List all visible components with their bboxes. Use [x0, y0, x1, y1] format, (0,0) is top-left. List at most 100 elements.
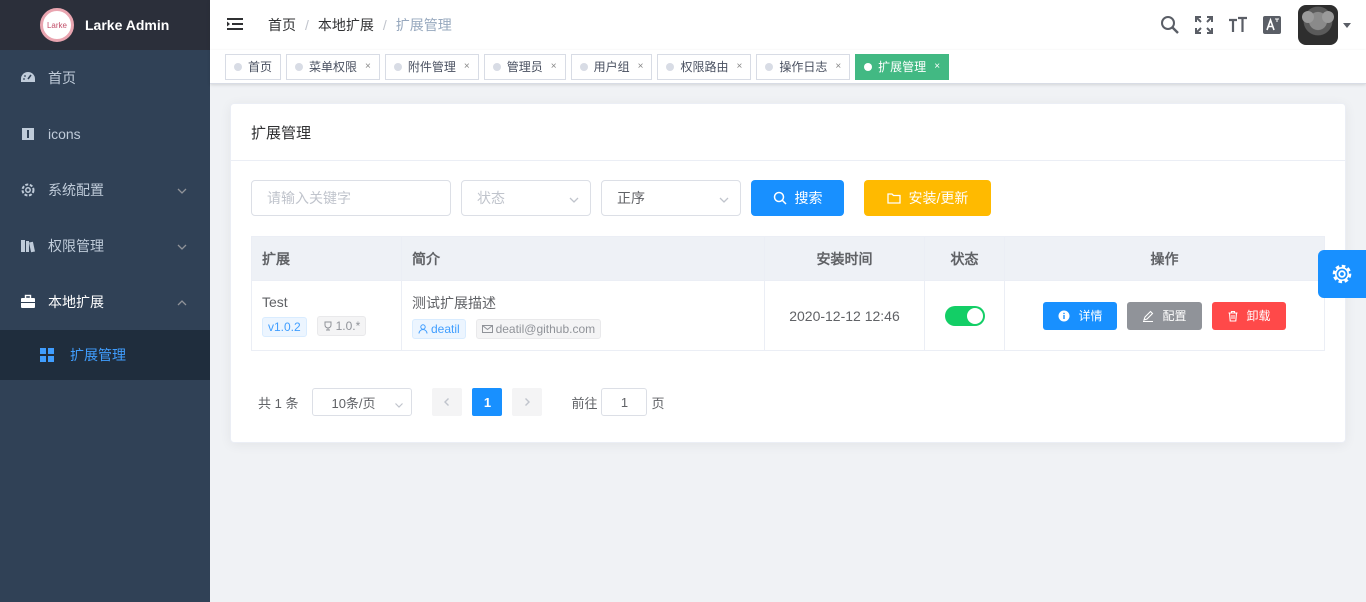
pagination: 共 1 条 10条/页 1 前往 1 页: [258, 388, 665, 416]
close-icon[interactable]: ×: [464, 55, 470, 79]
column-header: 简介: [401, 236, 765, 281]
brand[interactable]: Larke Larke Admin: [0, 0, 210, 50]
uninstall-label: 卸载: [1246, 309, 1271, 323]
sidebar-item-home[interactable]: 首页: [0, 50, 210, 106]
sidebar-item-label: 首页: [48, 70, 76, 86]
tag-label: 附件管理: [407, 59, 456, 74]
breadcrumb-item[interactable]: 本地扩展: [318, 15, 374, 35]
prev-page-button[interactable]: [432, 388, 463, 416]
adapter-text: 1.0.*: [335, 319, 361, 333]
detail-label: 详情: [1078, 309, 1103, 323]
version-badge: v1.0.2: [262, 317, 307, 337]
caret-down-icon[interactable]: [1342, 20, 1352, 30]
column-header: 安装时间: [764, 236, 925, 281]
translate-icon[interactable]: [1262, 15, 1282, 35]
sidebar-subitem-extension-management[interactable]: 扩展管理: [0, 330, 210, 380]
sidebar-item-label: icons: [48, 126, 81, 142]
tag-attachments[interactable]: 附件管理 ×: [384, 53, 479, 80]
sidebar-item-icons[interactable]: icons: [0, 106, 210, 162]
tag-dot: [864, 62, 873, 71]
goto-suffix: 页: [651, 395, 665, 411]
search-button-label: 搜索: [794, 190, 823, 206]
fullscreen-icon[interactable]: [1194, 15, 1214, 35]
author-badge: deatil: [412, 318, 466, 339]
breadcrumb-item[interactable]: 首页: [268, 15, 296, 35]
status-placeholder: 状态: [477, 190, 505, 206]
install-update-label: 安装/更新: [908, 190, 969, 206]
adapter-badge: 1.0.*: [316, 316, 367, 336]
tag-home[interactable]: 首页: [225, 53, 282, 80]
search-button[interactable]: 搜索: [751, 180, 844, 216]
install-update-button[interactable]: 安装/更新: [864, 180, 991, 216]
tag-label: 操作日志: [779, 59, 828, 74]
table-row: Test v1.0.2 1.0.* 测试扩展描述 deatil deatil@g…: [251, 280, 1325, 351]
close-icon[interactable]: ×: [365, 55, 371, 79]
tag-dot: [492, 62, 501, 71]
chevron-down-icon: [176, 184, 188, 196]
chevron-down-icon: [568, 193, 580, 205]
close-icon[interactable]: ×: [934, 55, 940, 79]
info-icon: [1058, 310, 1070, 322]
page-size-value: 10条/页: [331, 395, 376, 411]
config-button[interactable]: 配置: [1127, 301, 1202, 330]
settings-button[interactable]: [1318, 250, 1366, 298]
tag-dot: [765, 62, 774, 71]
keyword-input[interactable]: 请输入关键字: [251, 180, 451, 216]
order-select[interactable]: 正序: [601, 180, 741, 216]
uninstall-button[interactable]: 卸载: [1211, 301, 1286, 330]
description-text: 测试扩展描述: [412, 294, 496, 311]
keyword-placeholder: 请输入关键字: [267, 190, 351, 206]
font-size-icon[interactable]: [1228, 15, 1248, 35]
sidebar-item-local-extensions[interactable]: 本地扩展: [0, 274, 210, 330]
tag-dot: [666, 62, 675, 71]
close-icon[interactable]: ×: [638, 55, 644, 79]
tag-label: 权限路由: [680, 59, 729, 74]
column-header: 操作: [1004, 236, 1325, 281]
tag-permission-routes[interactable]: 权限路由 ×: [657, 53, 752, 80]
page-number-current[interactable]: 1: [472, 388, 503, 416]
tag-extension-management[interactable]: 扩展管理 ×: [855, 53, 950, 80]
tag-operation-logs[interactable]: 操作日志 ×: [756, 53, 851, 80]
brand-logo: Larke: [40, 8, 74, 42]
status-toggle[interactable]: [944, 305, 985, 326]
page-size-select[interactable]: 10条/页: [312, 388, 413, 416]
close-icon[interactable]: ×: [736, 55, 742, 79]
briefcase-icon: [20, 294, 36, 310]
tag-label: 扩展管理: [878, 59, 927, 74]
sidebar-item-label: 系统配置: [48, 182, 104, 198]
status-select[interactable]: 状态: [461, 180, 591, 216]
hamburger-icon[interactable]: [226, 15, 244, 33]
goto-page-input[interactable]: 1: [601, 388, 648, 416]
sidebar-item-label: 权限管理: [48, 238, 104, 254]
navbar: 首页 / 本地扩展 / 扩展管理: [210, 0, 1366, 50]
breadcrumb-separator: /: [382, 17, 387, 33]
tag-label: 首页: [248, 59, 273, 74]
column-header: 扩展: [251, 236, 402, 281]
search-icon[interactable]: [1160, 15, 1180, 35]
version-text: v1.0.2: [268, 320, 301, 334]
tag-dot: [393, 62, 402, 71]
chevron-left-icon: [444, 398, 450, 406]
tag-menu-permissions[interactable]: 菜单权限 ×: [286, 53, 380, 80]
navbar-right: [1160, 0, 1366, 50]
email-text: deatil@github.com: [495, 321, 596, 336]
breadcrumb: 首页 / 本地扩展 / 扩展管理: [268, 0, 452, 50]
tag-label: 用户组: [593, 59, 630, 74]
avatar[interactable]: [1298, 5, 1338, 45]
detail-button[interactable]: 详情: [1043, 301, 1118, 330]
author-text: deatil: [431, 321, 460, 336]
extensions-table: 扩展 简介 安装时间 状态 操作 Test v1.0.2 1.0.* 测试扩展描…: [251, 236, 1325, 351]
sidebar-item-permissions[interactable]: 权限管理: [0, 218, 210, 274]
info-square-icon: [20, 126, 36, 142]
tag-dot: [234, 62, 242, 71]
next-page-button[interactable]: [512, 388, 543, 416]
tag-admins[interactable]: 管理员 ×: [483, 53, 566, 80]
close-icon[interactable]: ×: [835, 55, 841, 79]
close-icon[interactable]: ×: [551, 55, 557, 79]
tag-user-groups[interactable]: 用户组 ×: [570, 53, 653, 80]
sidebar: Larke Larke Admin 首页 icons 系统配置 权限管理 本地扩…: [0, 0, 210, 602]
sidebar-item-system-config[interactable]: 系统配置: [0, 162, 210, 218]
description-cell: 测试扩展描述 deatil deatil@github.com: [401, 280, 765, 351]
chevron-right-icon: [525, 398, 531, 406]
chevron-down-icon: [176, 240, 188, 252]
